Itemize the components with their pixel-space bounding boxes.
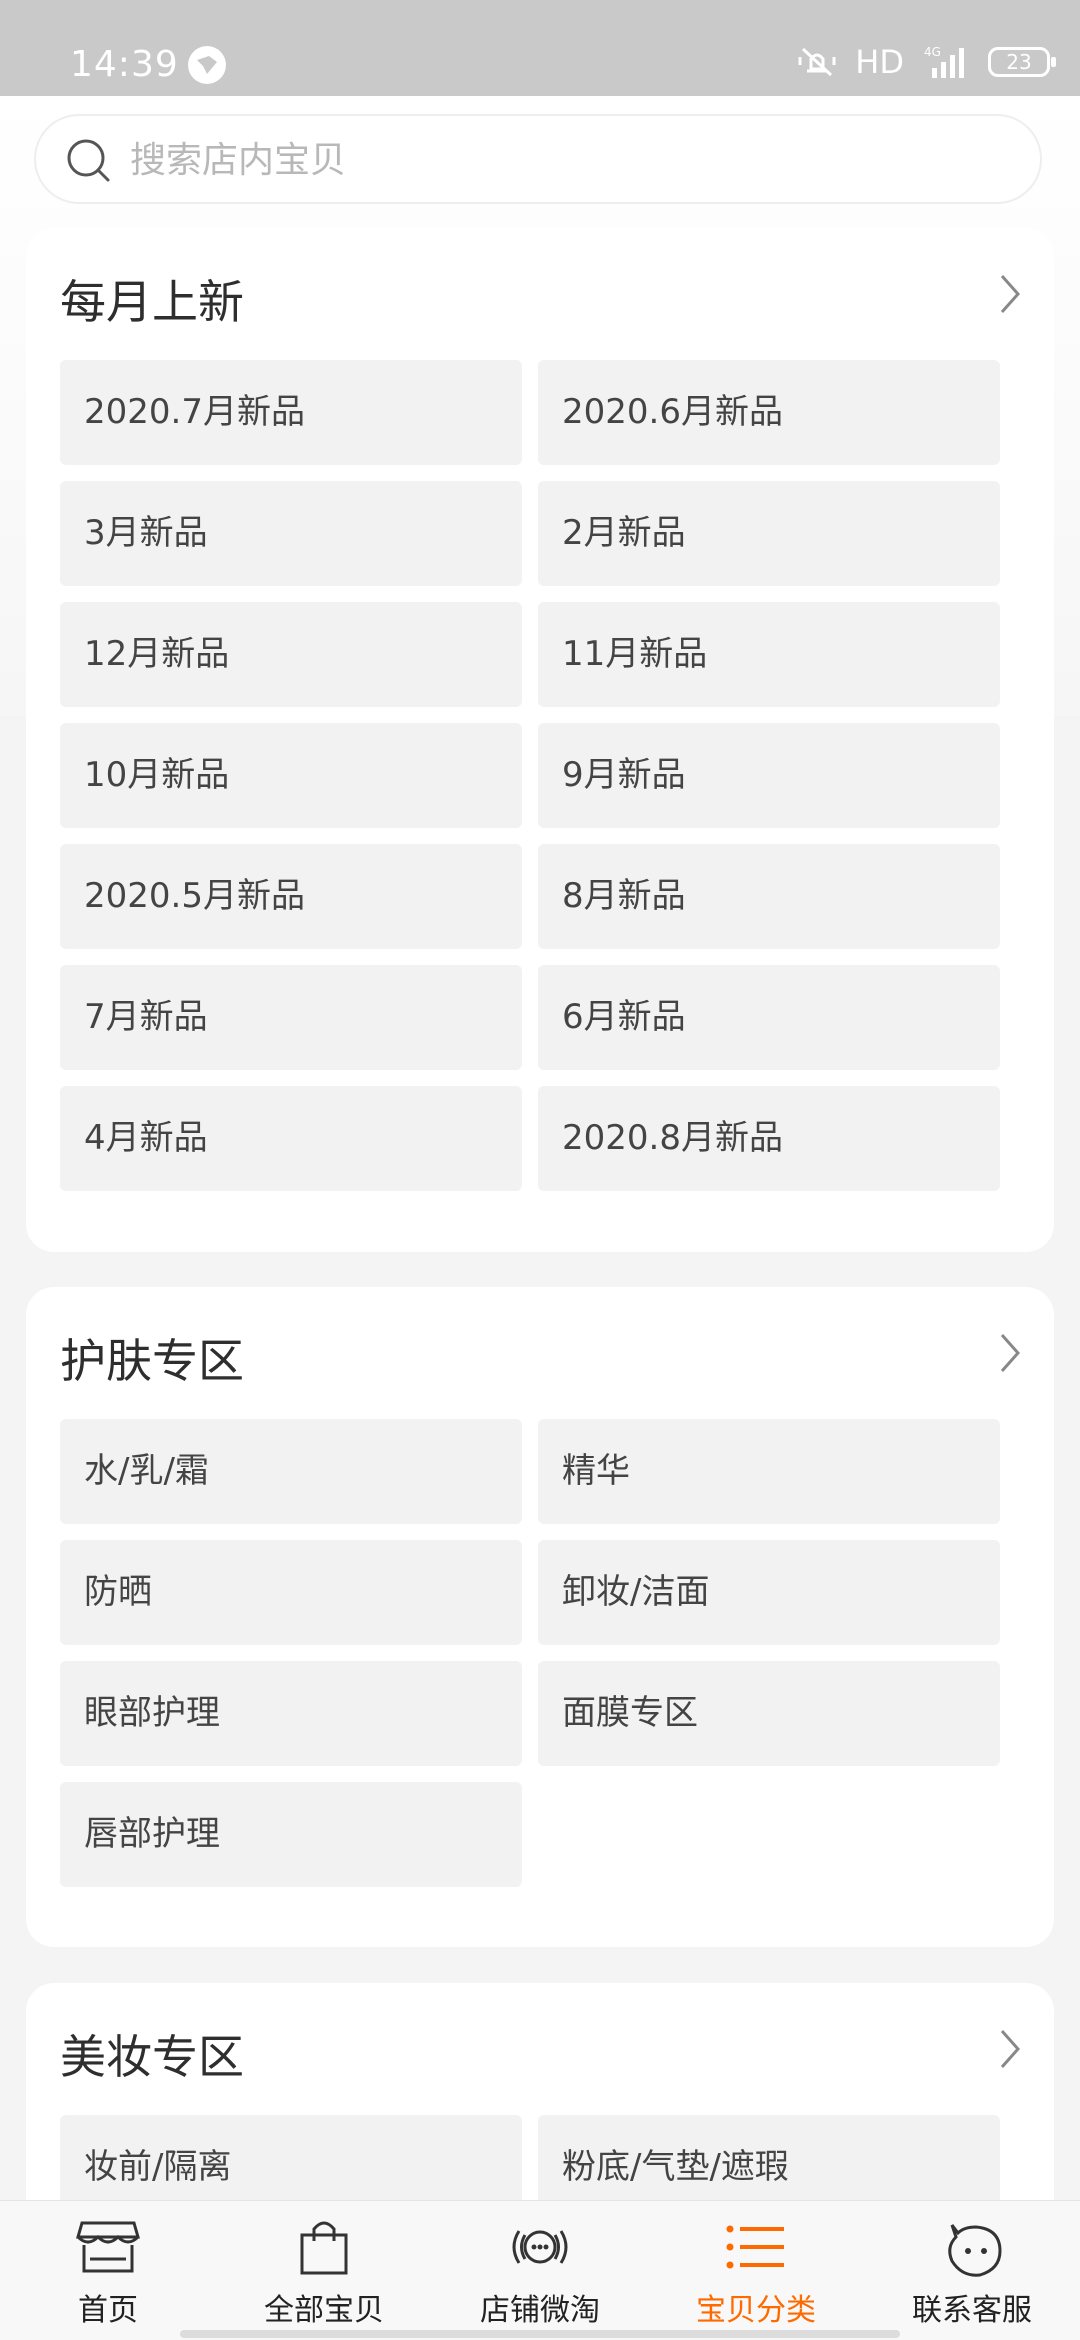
chevron-right-icon[interactable] <box>998 272 1022 316</box>
list-icon <box>726 2225 784 2269</box>
category-item[interactable]: 10月新品 <box>60 723 522 828</box>
shopping-bag-icon <box>300 2221 348 2275</box>
tab-shop-feed[interactable]: 店铺微淘 <box>432 2201 648 2340</box>
store-icon <box>76 2221 140 2273</box>
home-indicator <box>180 2330 900 2338</box>
category-grid: 2020.7月新品 2020.6月新品 3月新品 2月新品 12月新品 11月新… <box>60 360 1020 1191</box>
category-item[interactable]: 2020.6月新品 <box>538 360 1000 465</box>
chevron-right-icon[interactable] <box>998 2027 1022 2071</box>
category-item[interactable]: 面膜专区 <box>538 1661 1000 1766</box>
notification-app-icon <box>188 46 226 84</box>
category-item[interactable]: 卸妆/洁面 <box>538 1540 1000 1645</box>
category-item[interactable]: 2月新品 <box>538 481 1000 586</box>
category-item[interactable]: 水/乳/霜 <box>60 1419 522 1524</box>
category-item[interactable]: 唇部护理 <box>60 1782 522 1887</box>
category-item[interactable]: 12月新品 <box>60 602 522 707</box>
section-title: 每月上新 <box>60 275 244 329</box>
status-icons: HD 4G 23 <box>797 40 1056 84</box>
hd-indicator: HD <box>855 43 904 81</box>
category-item[interactable]: 7月新品 <box>60 965 522 1070</box>
category-grid: 水/乳/霜 精华 防晒 卸妆/洁面 眼部护理 面膜专区 唇部护理 <box>60 1419 1020 1887</box>
section-skincare: 护肤专区 水/乳/霜 精华 防晒 卸妆/洁面 眼部护理 面膜专区 唇部护理 <box>26 1287 1054 1947</box>
tab-all-items[interactable]: 全部宝贝 <box>216 2201 432 2340</box>
category-item[interactable]: 眼部护理 <box>60 1661 522 1766</box>
tab-label: 首页 <box>78 2293 138 2328</box>
chat-face-icon <box>948 2224 1002 2277</box>
category-item[interactable]: 6月新品 <box>538 965 1000 1070</box>
tab-categories[interactable]: 宝贝分类 <box>648 2201 864 2340</box>
signal-4g-label: 4G <box>924 45 941 59</box>
status-bar: 14:39 HD 4G 23 <box>0 0 1080 96</box>
category-item[interactable]: 3月新品 <box>60 481 522 586</box>
tab-label: 联系客服 <box>912 2293 1032 2328</box>
search-bar[interactable] <box>34 114 1042 204</box>
section-title: 美妆专区 <box>60 2030 244 2084</box>
search-input[interactable] <box>130 130 1010 190</box>
category-item[interactable]: 11月新品 <box>538 602 1000 707</box>
bottom-tab-bar: 首页 全部宝贝 店铺微淘 宝贝分类 联系客服 <box>0 2200 1080 2340</box>
category-item[interactable]: 4月新品 <box>60 1086 522 1191</box>
category-item[interactable]: 精华 <box>538 1419 1000 1524</box>
tab-label: 宝贝分类 <box>696 2293 816 2328</box>
section-title: 护肤专区 <box>60 1334 244 1388</box>
category-item[interactable]: 8月新品 <box>538 844 1000 949</box>
search-icon <box>67 139 110 182</box>
category-item[interactable]: 2020.5月新品 <box>60 844 522 949</box>
category-item[interactable]: 2020.7月新品 <box>60 360 522 465</box>
tab-label: 店铺微淘 <box>480 2293 600 2328</box>
category-item[interactable]: 2020.8月新品 <box>538 1086 1000 1191</box>
broadcast-icon <box>512 2230 568 2264</box>
tab-customer-service[interactable]: 联系客服 <box>864 2201 1080 2340</box>
tab-label: 全部宝贝 <box>264 2293 384 2328</box>
tab-home[interactable]: 首页 <box>0 2201 216 2340</box>
battery-indicator: 23 <box>988 47 1056 77</box>
mute-vibrate-icon <box>798 47 836 77</box>
status-time: 14:39 <box>70 44 179 85</box>
chevron-right-icon[interactable] <box>998 1331 1022 1375</box>
signal-icon: 4G <box>924 45 964 78</box>
section-monthly-new: 每月上新 2020.7月新品 2020.6月新品 3月新品 2月新品 12月新品… <box>26 228 1054 1252</box>
category-item[interactable]: 9月新品 <box>538 723 1000 828</box>
category-item[interactable]: 防晒 <box>60 1540 522 1645</box>
